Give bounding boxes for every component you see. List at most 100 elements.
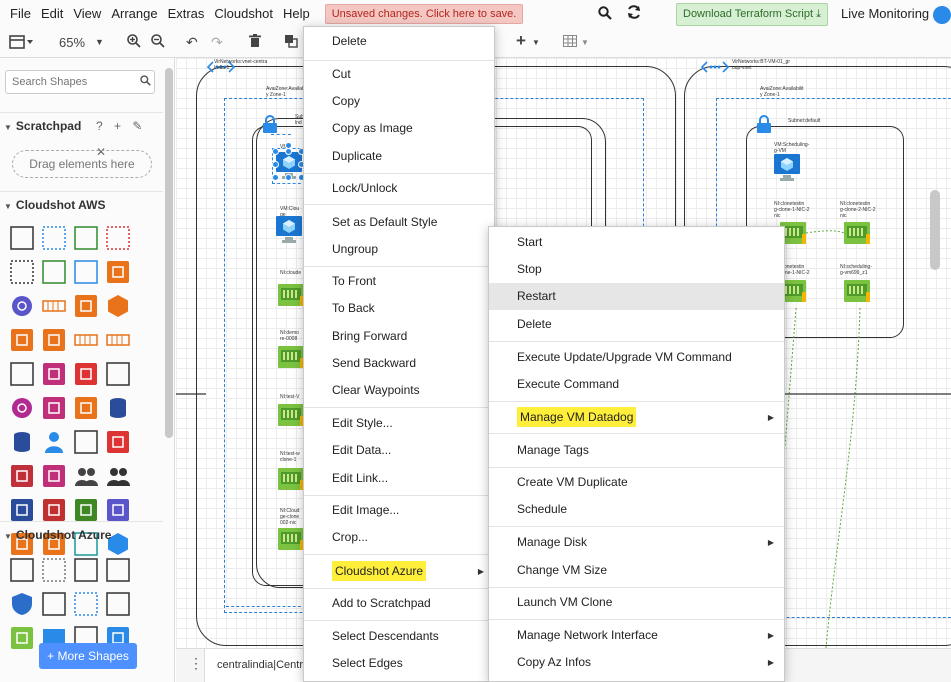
search-shapes-input[interactable]	[5, 70, 155, 94]
aws-shape-tile[interactable]	[74, 464, 98, 493]
aws-shape-tile[interactable]	[74, 260, 98, 289]
page-tab[interactable]: centralindia|Centra	[204, 649, 314, 682]
menu-manage-tags[interactable]: Manage Tags	[489, 437, 784, 464]
menu-view[interactable]: View	[68, 0, 106, 28]
cloudshot-azure-header[interactable]: ▼ Cloudshot Azure	[0, 521, 163, 547]
aws-shape-tile[interactable]	[10, 396, 34, 425]
aws-shape-tile[interactable]	[42, 294, 66, 323]
zoom-out-icon[interactable]	[151, 34, 165, 51]
menu-manage-network-interface[interactable]: Manage Network Interface ▶	[489, 622, 784, 649]
aws-shape-tile[interactable]	[42, 396, 66, 425]
menu-launch-vm-clone[interactable]: Launch VM Clone	[489, 589, 784, 616]
menu-lock-unlock[interactable]: Lock/Unlock	[304, 175, 494, 202]
scratchpad-drop-zone[interactable]: Drag elements here	[12, 150, 152, 178]
search-icon[interactable]	[598, 6, 612, 24]
azure-shape-tile[interactable]	[10, 558, 34, 587]
azure-shape-tile[interactable]	[106, 558, 130, 587]
menu-arrange[interactable]: Arrange	[106, 0, 162, 28]
menu-delete[interactable]: Delete	[304, 28, 494, 55]
menu-set-default-style[interactable]: Set as Default Style	[304, 209, 494, 236]
aws-shape-tile[interactable]	[74, 362, 98, 391]
aws-shape-tile[interactable]	[106, 294, 130, 323]
search-icon[interactable]	[140, 75, 151, 89]
menu-duplicate[interactable]: Duplicate	[304, 143, 494, 170]
aws-shape-tile[interactable]	[42, 430, 66, 459]
menu-cloudshot-azure[interactable]: Cloudshot Azure ▶	[304, 558, 494, 585]
menu-edit-link[interactable]: Edit Link...	[304, 465, 494, 492]
aws-shape-tile[interactable]	[10, 430, 34, 459]
azure-shape-tile[interactable]	[42, 558, 66, 587]
menu-stop[interactable]: Stop	[489, 256, 784, 283]
aws-shape-tile[interactable]	[10, 362, 34, 391]
aws-shape-tile[interactable]	[106, 328, 130, 357]
zoom-in-icon[interactable]	[127, 34, 141, 51]
zoom-dropdown-icon[interactable]: ▼	[95, 37, 104, 47]
aws-shape-tile[interactable]	[74, 226, 98, 255]
menu-delete-vm[interactable]: Delete	[489, 311, 784, 338]
more-shapes-button[interactable]: + More Shapes	[39, 643, 137, 669]
menu-select-edges[interactable]: Select Edges	[304, 650, 494, 677]
menu-send-backward[interactable]: Send Backward	[304, 350, 494, 377]
menu-file[interactable]: File	[5, 0, 36, 28]
to-front-icon[interactable]	[284, 34, 298, 51]
menu-copy[interactable]: Copy	[304, 88, 494, 115]
aws-shape-tile[interactable]	[106, 226, 130, 255]
aws-shape-tile[interactable]	[74, 396, 98, 425]
menu-copy-az-infos[interactable]: Copy Az Infos ▶	[489, 649, 784, 676]
undo-icon[interactable]: ↶	[186, 34, 198, 51]
table-icon[interactable]	[563, 34, 577, 50]
menu-clear-waypoints[interactable]: Clear Waypoints	[304, 377, 494, 404]
menu-edit-image[interactable]: Edit Image...	[304, 497, 494, 524]
aws-shape-tile[interactable]	[10, 294, 34, 323]
azure-shape-tile[interactable]	[74, 592, 98, 621]
aws-shape-tile[interactable]	[106, 362, 130, 391]
aws-shape-tile[interactable]	[42, 362, 66, 391]
azure-shape-tile[interactable]	[10, 626, 34, 655]
table-dropdown-icon[interactable]: ▼	[581, 38, 589, 47]
aws-shape-tile[interactable]	[42, 328, 66, 357]
zoom-level[interactable]: 65%	[59, 35, 85, 50]
page-menu-icon[interactable]: ⋮	[189, 655, 203, 672]
aws-shape-tile[interactable]	[106, 464, 130, 493]
sync-icon[interactable]	[626, 4, 642, 25]
menu-to-back[interactable]: To Back	[304, 295, 494, 322]
menu-execute-update-upgrade[interactable]: Execute Update/Upgrade VM Command	[489, 344, 784, 371]
menu-edit-data[interactable]: Edit Data...	[304, 437, 494, 464]
menu-edit-style[interactable]: Edit Style...	[304, 410, 494, 437]
aws-shape-tile[interactable]	[42, 464, 66, 493]
sidebar-scrollbar[interactable]	[165, 68, 173, 438]
download-terraform-button[interactable]: Download Terraform Script ⤓	[676, 3, 828, 26]
aws-shape-tile[interactable]	[74, 294, 98, 323]
menu-manage-vm-datadog[interactable]: Manage VM Datadog ▶	[489, 404, 784, 431]
aws-shape-tile[interactable]	[10, 464, 34, 493]
azure-shape-tile[interactable]	[42, 592, 66, 621]
aws-shape-tile[interactable]	[106, 260, 130, 289]
menu-change-vm-size[interactable]: Change VM Size	[489, 557, 784, 584]
aws-shape-tile[interactable]	[10, 226, 34, 255]
menu-schedule[interactable]: Schedule	[489, 496, 784, 523]
scratchpad-header[interactable]: ▼ Scratchpad ? + ✎ ✕	[0, 112, 163, 159]
menu-help[interactable]: Help	[278, 0, 315, 28]
menu-execute-command[interactable]: Execute Command	[489, 371, 784, 398]
menu-edit[interactable]: Edit	[36, 0, 68, 28]
menu-create-vm-duplicate[interactable]: Create VM Duplicate	[489, 469, 784, 496]
menu-extras[interactable]: Extras	[163, 0, 210, 28]
aws-shape-tile[interactable]	[10, 328, 34, 357]
menu-cut[interactable]: Cut	[304, 61, 494, 88]
menu-bring-forward[interactable]: Bring Forward	[304, 323, 494, 350]
delete-icon[interactable]	[249, 34, 261, 51]
aws-shape-tile[interactable]	[74, 328, 98, 357]
aws-shape-tile[interactable]	[42, 226, 66, 255]
menu-add-to-scratchpad[interactable]: Add to Scratchpad	[304, 590, 494, 617]
insert-plus-icon[interactable]: +	[516, 31, 526, 51]
menu-start[interactable]: Start	[489, 229, 784, 256]
menu-restart[interactable]: Restart	[489, 283, 784, 310]
menu-select-descendants[interactable]: Select Descendants	[304, 623, 494, 650]
redo-icon[interactable]: ↷	[211, 34, 223, 51]
azure-shape-tile[interactable]	[106, 592, 130, 621]
live-monitoring-label[interactable]: Live Monitoring	[841, 0, 929, 28]
cloudshot-aws-header[interactable]: ▼ Cloudshot AWS	[0, 191, 163, 217]
menu-crop[interactable]: Crop...	[304, 524, 494, 551]
menu-ungroup[interactable]: Ungroup	[304, 236, 494, 263]
aws-shape-tile[interactable]	[10, 260, 34, 289]
